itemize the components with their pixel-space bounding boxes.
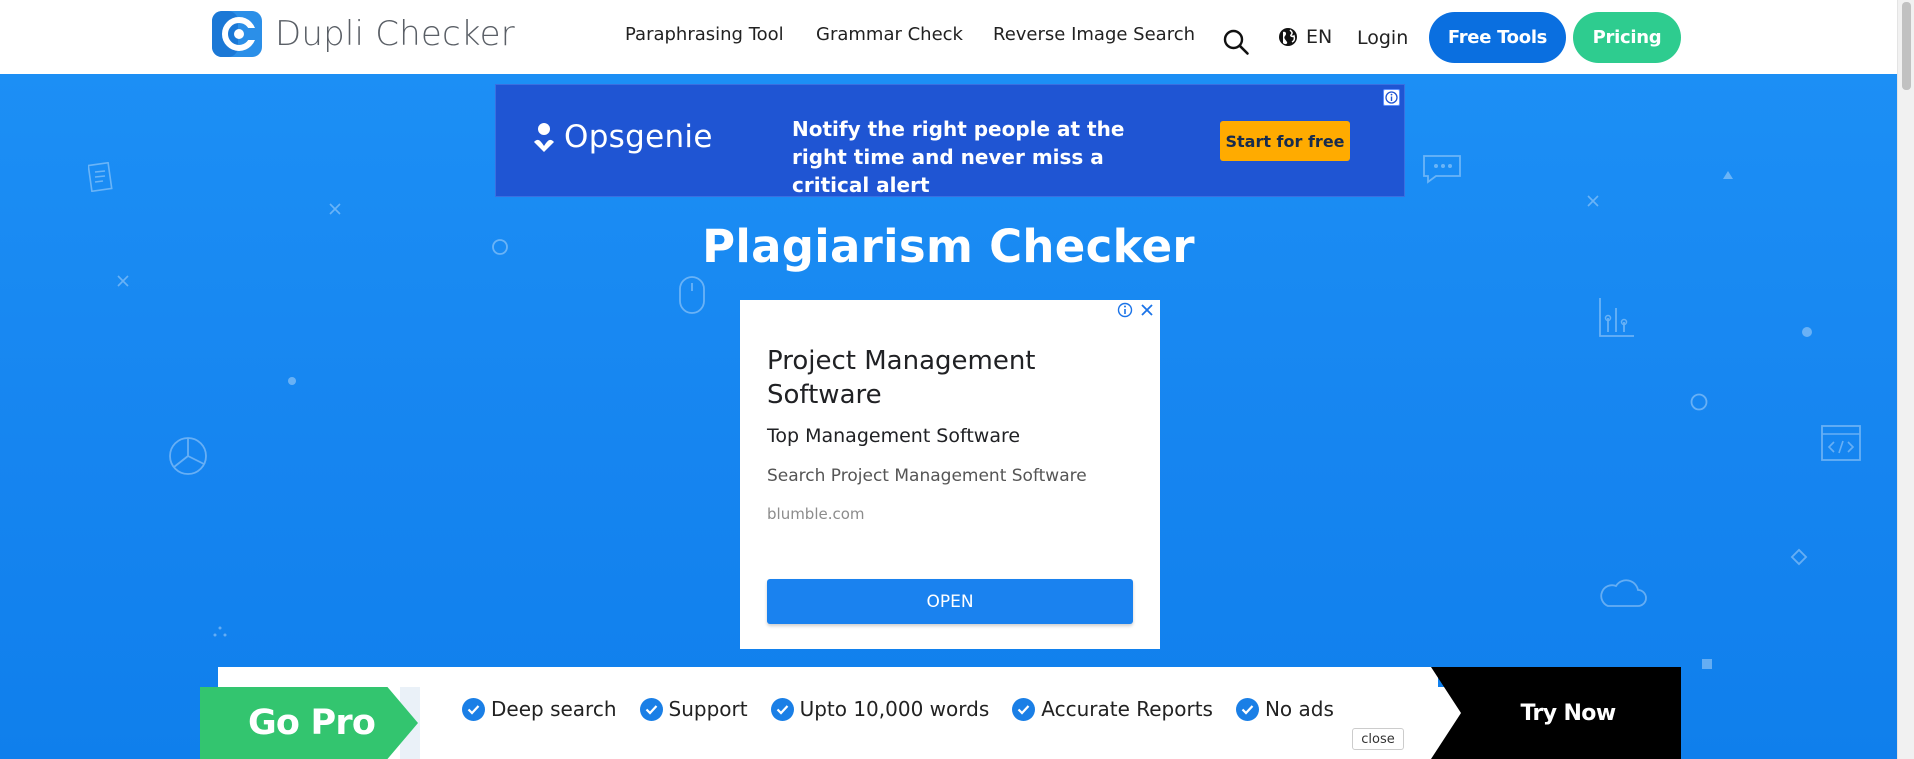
dot-deco-icon (288, 377, 296, 385)
dot-deco-icon (1802, 327, 1812, 337)
feature-item: Upto 10,000 words (770, 697, 989, 721)
page-title: Plagiarism Checker (702, 220, 1195, 273)
nav-link-reverse-image-search[interactable]: Reverse Image Search (993, 24, 1195, 45)
nav-link-grammar-check[interactable]: Grammar Check (816, 24, 963, 45)
check-icon (1235, 697, 1259, 721)
language-code: EN (1306, 26, 1333, 48)
sponsored-ad-card[interactable]: Project Management Software Top Manageme… (740, 300, 1160, 649)
page-scrollbar[interactable] (1897, 0, 1914, 759)
mouse-deco-icon (679, 276, 705, 314)
ad-message: Notify the right people at the right tim… (792, 117, 1125, 197)
triangle-deco-icon (1723, 171, 1733, 179)
ad-description: Search Project Management Software (767, 466, 1087, 486)
pie-chart-deco-icon (169, 437, 207, 475)
diamond-deco-icon (1790, 548, 1808, 566)
ad-headline[interactable]: Project Management Software (767, 344, 1107, 412)
login-link[interactable]: Login (1357, 27, 1408, 49)
cross-deco-icon (1587, 195, 1599, 207)
cross-deco-icon (329, 203, 341, 215)
ad-info-icon[interactable] (1116, 301, 1134, 319)
top-ad-banner[interactable]: Opsgenie Notify the right people at the … (495, 84, 1405, 197)
check-icon (462, 697, 485, 721)
dots-deco-icon (213, 626, 227, 637)
code-window-deco-icon (1821, 425, 1861, 461)
check-icon (1012, 697, 1036, 721)
cloud-deco-icon (1600, 579, 1647, 607)
go-pro-features: Deep search Support Upto 10,000 words Ac… (462, 697, 1357, 721)
ad-url: blumble.com (767, 505, 865, 523)
globe-icon (1279, 28, 1297, 46)
opsgenie-logo: Opsgenie (532, 119, 713, 155)
feature-item: No ads (1235, 697, 1334, 721)
go-pro-label: Go Pro (200, 687, 418, 759)
try-now-button[interactable]: Try Now (1431, 667, 1681, 759)
ad-info-icon[interactable] (1383, 89, 1400, 106)
ad-open-button[interactable]: OPEN (767, 579, 1133, 624)
brand-name: Dupli Checker (275, 14, 515, 54)
language-selector[interactable]: EN (1278, 26, 1332, 48)
feature-item: Accurate Reports (1012, 697, 1213, 721)
check-icon (639, 697, 663, 721)
brand-logo[interactable]: Dupli Checker (211, 10, 515, 58)
ad-close-icon[interactable] (1138, 301, 1156, 319)
close-banner-button[interactable]: close (1352, 728, 1404, 750)
free-tools-button[interactable]: Free Tools (1429, 12, 1566, 63)
feature-item: Support (639, 697, 748, 721)
square-deco-icon (1702, 659, 1712, 669)
nav-link-paraphrasing-tool[interactable]: Paraphrasing Tool (625, 24, 784, 45)
chat-bubble-deco-icon (1423, 155, 1461, 184)
document-deco-icon (88, 162, 113, 192)
feature-item: Deep search (462, 697, 617, 721)
opsgenie-icon (534, 123, 554, 152)
dupli-checker-logo-icon (212, 11, 262, 57)
go-pro-banner: Go Pro Deep search Support Upto 10,000 w… (200, 667, 1681, 759)
search-icon[interactable] (1222, 28, 1250, 56)
cross-deco-icon (117, 275, 129, 287)
ad-subheadline: Top Management Software (767, 425, 1021, 447)
check-icon (770, 697, 794, 721)
scrollbar-thumb[interactable] (1902, 2, 1911, 90)
top-navbar: Dupli Checker Paraphrasing Tool Grammar … (0, 0, 1897, 74)
ad-controls (1116, 301, 1156, 319)
circle-deco-icon (1690, 393, 1708, 411)
start-for-free-button[interactable]: Start for free (1220, 121, 1350, 161)
bar-chart-deco-icon (1599, 298, 1634, 337)
pricing-button[interactable]: Pricing (1573, 12, 1681, 63)
